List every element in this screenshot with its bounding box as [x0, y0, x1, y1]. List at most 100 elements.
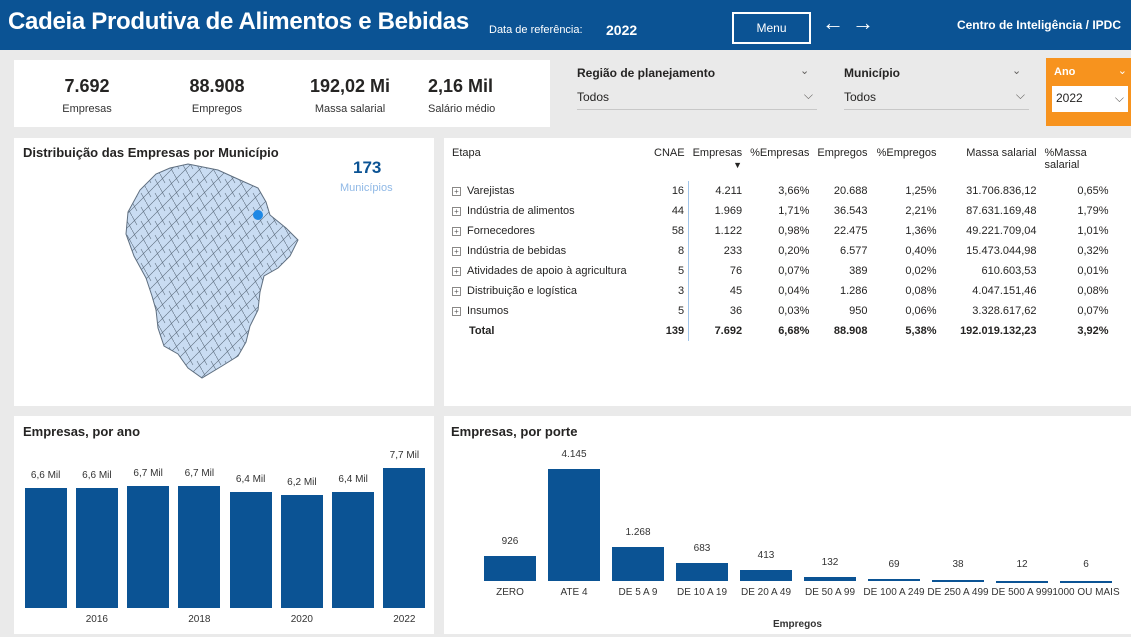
table-cell: 1,25%: [905, 185, 937, 197]
expand-plus-icon[interactable]: +: [452, 226, 461, 236]
table-cell: 4.211: [688, 181, 747, 201]
kpi-empresas: 7.692 Empresas: [42, 76, 132, 115]
col-etapa[interactable]: Etapa: [448, 145, 650, 181]
bar[interactable]: [868, 579, 920, 582]
ano-slicer-dropdown[interactable]: 2022 ⌵: [1052, 86, 1128, 112]
bar[interactable]: [932, 579, 984, 582]
kpi-salario-medio: 2,16 Mil Salário médio: [428, 76, 518, 115]
table-cell: 15.473.044,98: [966, 245, 1037, 257]
col-pct-empregos[interactable]: %Empregos: [872, 145, 941, 181]
table-row[interactable]: + Fornecedores 58 1.122 0,98% 22.475 1,36% 49.2…: [448, 221, 1113, 241]
back-arrow-icon[interactable]: ←: [822, 12, 844, 34]
forward-arrow-icon[interactable]: →: [852, 12, 874, 34]
expand-plus-icon[interactable]: +: [452, 186, 461, 196]
bar-data-label: 683: [693, 542, 711, 554]
bar[interactable]: [996, 580, 1048, 583]
bar[interactable]: [383, 468, 426, 608]
row-etapa-label: Indústria de alimentos: [467, 205, 575, 217]
col-pct-empresas[interactable]: %Empresas: [746, 145, 813, 181]
expand-plus-icon[interactable]: +: [452, 206, 461, 216]
row-etapa-cell[interactable]: + Indústria de bebidas: [448, 241, 650, 261]
ceara-map[interactable]: [118, 160, 304, 386]
table-cell: 0,65%: [1077, 185, 1109, 197]
table-row[interactable]: + Insumos 5 36 0,03% 950 0,06% 3.328.617,62 0,07…: [448, 301, 1113, 321]
total-cell: 7.692: [688, 321, 747, 341]
bar[interactable]: [178, 486, 221, 608]
x-tick-label: ZERO: [496, 587, 524, 598]
municipio-slicer-dropdown[interactable]: Todos ⌵: [844, 86, 1029, 110]
total-cell: 88.908: [833, 325, 868, 337]
row-etapa-cell[interactable]: + Varejistas: [448, 181, 650, 201]
ano-slicer-label: Ano: [1054, 66, 1076, 78]
row-etapa-cell[interactable]: + Indústria de alimentos: [448, 201, 650, 221]
col-cnae[interactable]: CNAE: [650, 145, 689, 181]
bar[interactable]: [127, 486, 170, 608]
row-etapa-label: Atividades de apoio à agricultura: [467, 265, 627, 277]
bar-data-label: 6,2 Mil: [287, 477, 317, 489]
page-title: Cadeia Produtiva de Alimentos e Bebidas: [8, 8, 469, 35]
expand-plus-icon[interactable]: +: [452, 246, 461, 256]
bar-data-label: 7,7 Mil: [389, 450, 420, 461]
table-cell: 45: [688, 281, 747, 301]
municipio-slicer-value: Todos: [844, 90, 877, 104]
kpi-empregos-label: Empregos: [191, 103, 243, 115]
total-cell: Total: [469, 325, 495, 337]
row-etapa-cell[interactable]: + Distribuição e logística: [448, 281, 650, 301]
bar-data-label: 6,4 Mil: [338, 473, 368, 485]
col-pct-massa[interactable]: %Massa salarial: [1041, 145, 1113, 181]
expand-plus-icon[interactable]: +: [452, 266, 461, 276]
kpi-massa-value: 192,02 Mi: [309, 76, 391, 96]
municipio-collapse-icon[interactable]: ⌄: [1012, 64, 1021, 77]
reference-date-value: 2022: [606, 22, 638, 38]
row-etapa-cell[interactable]: + Atividades de apoio à agricultura: [448, 261, 650, 281]
table-row[interactable]: + Indústria de bebidas 8 233 0,20% 6.577 0,40%…: [448, 241, 1113, 261]
bar[interactable]: [1060, 580, 1112, 583]
table-row[interactable]: + Distribuição e logística 3 45 0,04% 1.286 0,…: [448, 281, 1113, 301]
bar[interactable]: [24, 488, 67, 608]
bar[interactable]: [548, 469, 600, 581]
regiao-slicer-dropdown[interactable]: Todos ⌵: [577, 86, 817, 110]
x-tick-label: DE 20 A 49: [740, 587, 792, 598]
row-etapa-cell[interactable]: + Insumos: [448, 301, 650, 321]
porte-xaxis-label: Empregos: [773, 619, 822, 630]
expand-plus-icon[interactable]: +: [452, 306, 461, 316]
bar[interactable]: [332, 491, 375, 608]
regiao-slicer-label: Região de planejamento: [577, 66, 716, 80]
x-tick-label: 2016: [85, 614, 108, 625]
table-row[interactable]: + Varejistas 16 4.211 3,66% 20.688 1,25% 31.706…: [448, 181, 1113, 201]
table-cell: 0,06%: [905, 305, 937, 317]
bar[interactable]: [676, 562, 728, 581]
table-row[interactable]: + Indústria de alimentos 44 1.969 1,71% 36.54…: [448, 201, 1113, 221]
x-tick-label: ATE 4: [560, 587, 588, 598]
bar-data-label: 6,6 Mil: [82, 470, 112, 481]
table-cell: 20.688: [833, 185, 868, 197]
bar[interactable]: [740, 569, 792, 581]
table-row[interactable]: + Atividades de apoio à agricultura 5 76 0,0…: [448, 261, 1113, 281]
total-cell: 192.019.132,23: [960, 325, 1037, 337]
x-tick-label: 2020: [290, 614, 313, 625]
bar[interactable]: [280, 495, 323, 608]
bar[interactable]: [804, 577, 856, 581]
col-empregos[interactable]: Empregos: [813, 145, 871, 181]
bar-data-label: 926: [501, 535, 519, 547]
row-etapa-label: Distribuição e logística: [467, 285, 578, 297]
x-tick-label: DE 100 A 249: [863, 587, 925, 598]
table-cell: 31.706.836,12: [966, 185, 1037, 197]
bar[interactable]: [484, 555, 536, 581]
header-bar: Cadeia Produtiva de Alimentos e Bebidas …: [0, 0, 1131, 50]
bar[interactable]: [229, 491, 272, 608]
menu-button[interactable]: Menu: [732, 12, 811, 44]
ano-collapse-icon[interactable]: ⌄: [1118, 64, 1127, 77]
bar-data-label: 6,7 Mil: [133, 468, 163, 480]
col-empresas[interactable]: Empresas ▼: [689, 145, 747, 181]
bar-data-label: 69: [888, 559, 900, 570]
bar[interactable]: [75, 488, 118, 608]
table-cell: 5: [677, 305, 685, 317]
col-massa[interactable]: Massa salarial: [941, 145, 1041, 181]
row-etapa-cell[interactable]: + Fornecedores: [448, 221, 650, 241]
expand-plus-icon[interactable]: +: [452, 286, 461, 296]
table-cell: 610.603,53: [981, 265, 1037, 277]
bar[interactable]: [612, 546, 664, 581]
regiao-collapse-icon[interactable]: ⌄: [800, 64, 809, 77]
fortaleza-highlight[interactable]: [253, 210, 263, 220]
